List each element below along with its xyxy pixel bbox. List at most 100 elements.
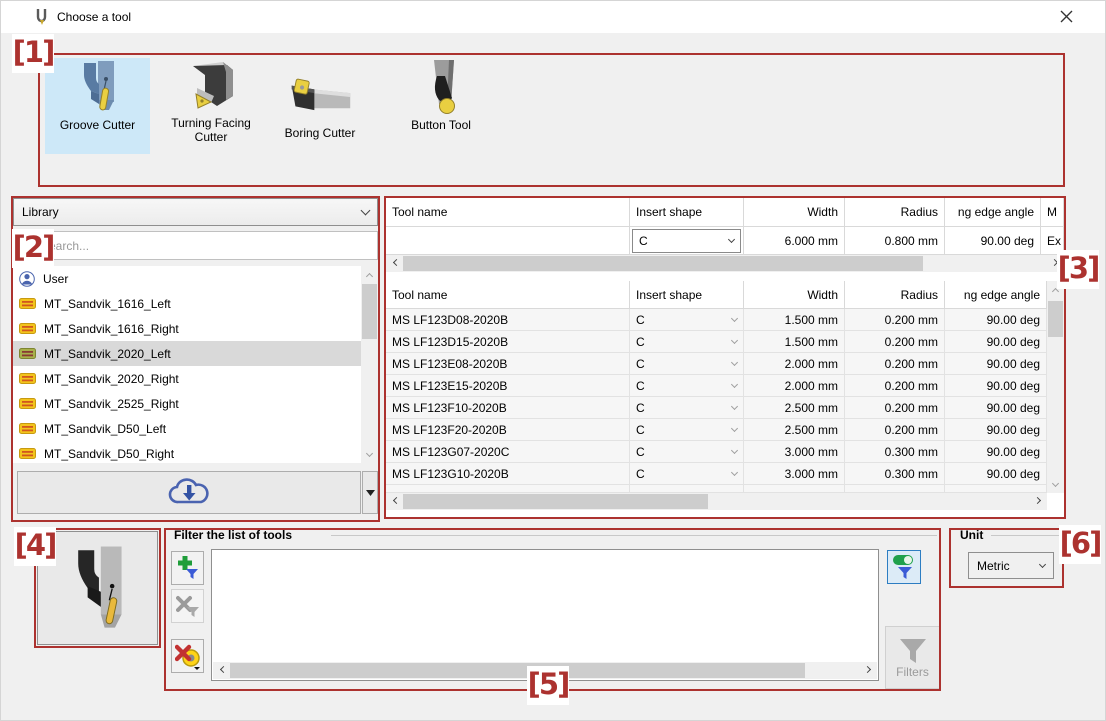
- edge-angle-cell[interactable]: 90.00 deg: [945, 441, 1047, 463]
- scroll-down-icon[interactable]: [1047, 476, 1064, 493]
- cloud-download-button[interactable]: [17, 471, 361, 514]
- spec-hscroll-thumb[interactable]: [403, 256, 923, 271]
- insert-shape-cell[interactable]: C: [630, 375, 744, 397]
- insert-shape-cell[interactable]: C: [630, 441, 744, 463]
- hscroll-thumb[interactable]: [403, 494, 708, 509]
- tools-table-hscrollbar[interactable]: [386, 493, 1047, 510]
- spec-tool-name[interactable]: [386, 227, 630, 255]
- radius-cell[interactable]: 0.300 mm: [845, 463, 945, 485]
- radius-cell[interactable]: 0.300 mm: [845, 441, 945, 463]
- scroll-right-icon[interactable]: [860, 662, 877, 679]
- scroll-down-icon[interactable]: [361, 446, 378, 463]
- column-header[interactable]: Insert shape: [630, 281, 744, 308]
- tool-name-cell[interactable]: MS LF123D08-2020B: [386, 309, 630, 331]
- scroll-right-icon[interactable]: [1030, 493, 1047, 510]
- spec-width[interactable]: 6.000 mm: [744, 227, 845, 255]
- edge-angle-cell[interactable]: 90.00 deg: [945, 309, 1047, 331]
- width-cell[interactable]: 2.000 mm: [744, 375, 845, 397]
- width-cell[interactable]: 1.500 mm: [744, 309, 845, 331]
- table-row[interactable]: MS LF123G07-2020C C 3.000 mm 0.300 mm 90…: [386, 441, 1047, 463]
- tree-scrollbar[interactable]: [361, 266, 378, 463]
- tool-name-cell[interactable]: MS LF123E15-2020B: [386, 375, 630, 397]
- tool-name-cell[interactable]: MS LF123G10-2020B: [386, 463, 630, 485]
- insert-shape-cell[interactable]: C: [630, 309, 744, 331]
- width-cell[interactable]: 2.000 mm: [744, 353, 845, 375]
- insert-shape-cell[interactable]: C: [630, 463, 744, 485]
- library-source-combo[interactable]: Library: [13, 198, 378, 226]
- tree-item-library[interactable]: MT_Sandvik_1616_Left: [13, 291, 378, 316]
- radius-cell[interactable]: 0.200 mm: [845, 397, 945, 419]
- tools-table-vscrollbar[interactable]: [1047, 281, 1064, 493]
- filter-list[interactable]: [211, 549, 879, 681]
- tree-item-user[interactable]: User: [13, 266, 378, 291]
- toggle-filters-button[interactable]: [887, 550, 921, 584]
- table-row[interactable]: MS LF123F20-2020B C 2.500 mm 0.200 mm 90…: [386, 419, 1047, 441]
- edge-angle-cell[interactable]: 90.00 deg: [945, 419, 1047, 441]
- filter-hscroll-thumb[interactable]: [230, 663, 805, 678]
- tool-name-cell[interactable]: MS LF123F10-2020B: [386, 397, 630, 419]
- width-cell[interactable]: 2.500 mm: [744, 419, 845, 441]
- insert-shape-combo[interactable]: C: [632, 229, 741, 253]
- width-cell[interactable]: 3.000 mm: [744, 441, 845, 463]
- tree-item-library[interactable]: MT_Sandvik_2020_Right: [13, 366, 378, 391]
- insert-shape-cell[interactable]: C: [630, 397, 744, 419]
- tool-name-cell[interactable]: MS LF123E08-2020B: [386, 353, 630, 375]
- tool-name-cell[interactable]: MS LF123D15-2020B: [386, 331, 630, 353]
- table-row[interactable]: MS LF123E15-2020B C 2.000 mm 0.200 mm 90…: [386, 375, 1047, 397]
- filters-button[interactable]: Filters: [885, 626, 940, 689]
- table-row[interactable]: MS LF123D15-2020B C 1.500 mm 0.200 mm 90…: [386, 331, 1047, 353]
- insert-shape-cell[interactable]: C: [630, 331, 744, 353]
- radius-cell[interactable]: 0.200 mm: [845, 331, 945, 353]
- tree-item-library[interactable]: MT_Sandvik_2525_Right: [13, 391, 378, 416]
- tree-item-library[interactable]: MT_Sandvik_D50_Right: [13, 441, 378, 463]
- edge-angle-cell[interactable]: 90.00 deg: [945, 353, 1047, 375]
- scroll-left-icon[interactable]: [386, 255, 403, 272]
- add-filter-button[interactable]: [171, 551, 204, 585]
- column-header[interactable]: Radius: [845, 198, 945, 226]
- radius-cell[interactable]: 0.200 mm: [845, 375, 945, 397]
- spec-table-row[interactable]: C 6.000 mm 0.800 mm 90.00 deg Ex: [386, 227, 1064, 255]
- edge-angle-cell[interactable]: 90.00 deg: [945, 375, 1047, 397]
- tool-name-cell[interactable]: MS LF123F20-2020B: [386, 419, 630, 441]
- column-header[interactable]: ng edge angle: [945, 281, 1047, 308]
- edge-angle-cell[interactable]: 90.00 deg: [945, 463, 1047, 485]
- column-header[interactable]: Width: [744, 281, 845, 308]
- table-row[interactable]: MS LF123F10-2020B C 2.500 mm 0.200 mm 90…: [386, 397, 1047, 419]
- tree-item-library-selected[interactable]: MT_Sandvik_2020_Left: [13, 341, 378, 366]
- table-row[interactable]: MS LF123D08-2020B C 1.500 mm 0.200 mm 90…: [386, 309, 1047, 331]
- download-options-button[interactable]: [362, 471, 378, 514]
- tool-type-boring-cutter[interactable]: Boring Cutter: [264, 58, 376, 154]
- table-row[interactable]: MS LF123E08-2020B C 2.000 mm 0.200 mm 90…: [386, 353, 1047, 375]
- table-row[interactable]: MS LF123G10-2020B C 3.000 mm 0.300 mm 90…: [386, 463, 1047, 485]
- tree-item-library[interactable]: MT_Sandvik_1616_Right: [13, 316, 378, 341]
- column-header[interactable]: Insert shape: [630, 198, 744, 226]
- tool-type-turning-facing-cutter[interactable]: Turning Facing Cutter: [156, 58, 266, 154]
- close-button[interactable]: [1039, 1, 1093, 31]
- scroll-left-icon[interactable]: [213, 662, 230, 679]
- scroll-up-icon[interactable]: [361, 266, 378, 283]
- radius-cell[interactable]: 0.200 mm: [845, 419, 945, 441]
- vscroll-thumb[interactable]: [1048, 301, 1063, 337]
- clear-filters-button[interactable]: [171, 639, 204, 673]
- column-header[interactable]: Radius: [845, 281, 945, 308]
- insert-shape-cell[interactable]: C: [630, 419, 744, 441]
- search-input[interactable]: [39, 238, 371, 254]
- tool-type-groove-cutter[interactable]: Groove Cutter: [45, 58, 150, 154]
- insert-shape-cell[interactable]: C: [630, 353, 744, 375]
- unit-combo[interactable]: Metric: [968, 552, 1054, 579]
- radius-cell[interactable]: 0.200 mm: [845, 309, 945, 331]
- width-cell[interactable]: 3.000 mm: [744, 463, 845, 485]
- tool-name-cell[interactable]: MS LF123G07-2020C: [386, 441, 630, 463]
- width-cell[interactable]: 1.500 mm: [744, 331, 845, 353]
- width-cell[interactable]: 2.500 mm: [744, 397, 845, 419]
- tool-type-button-tool[interactable]: Button Tool: [386, 58, 496, 154]
- remove-filter-button[interactable]: [171, 589, 204, 623]
- column-header[interactable]: ng edge angle: [945, 198, 1041, 226]
- scroll-left-icon[interactable]: [386, 493, 403, 510]
- edge-angle-cell[interactable]: 90.00 deg: [945, 397, 1047, 419]
- tree-item-library[interactable]: MT_Sandvik_D50_Left: [13, 416, 378, 441]
- column-header[interactable]: M: [1041, 198, 1064, 226]
- spec-table-hscrollbar[interactable]: [386, 255, 1064, 272]
- tree-scrollbar-thumb[interactable]: [362, 284, 377, 339]
- column-header[interactable]: Tool name: [386, 281, 630, 308]
